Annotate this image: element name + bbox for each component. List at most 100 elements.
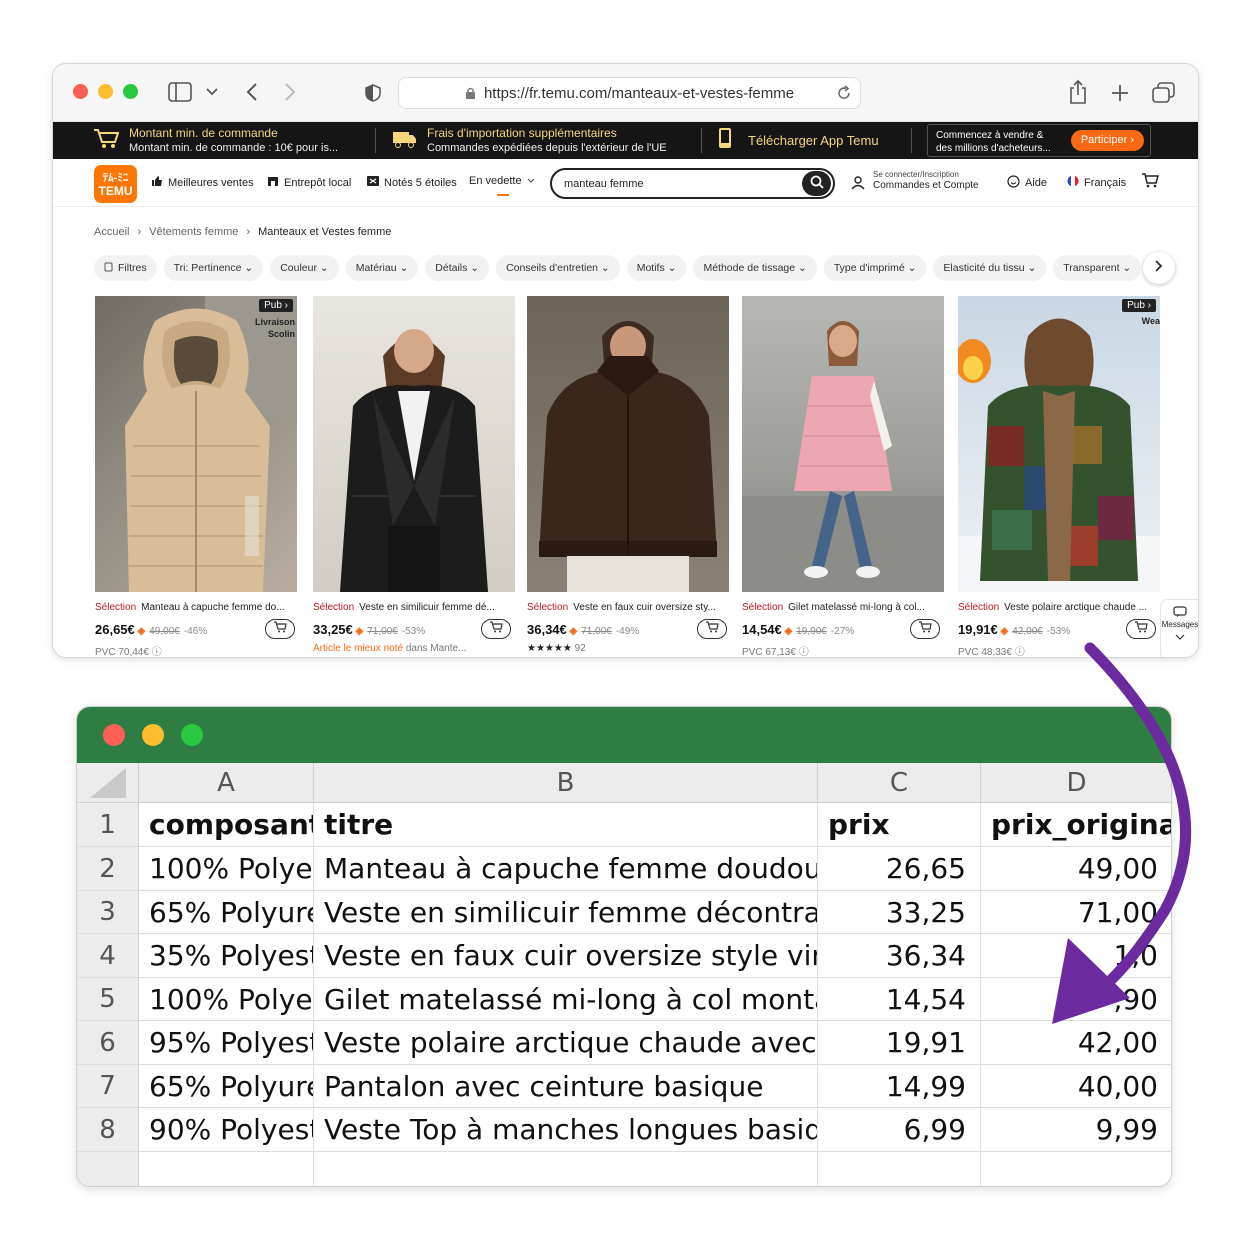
- account-menu[interactable]: Se connecter/Inscription Commandes et Co…: [873, 169, 979, 191]
- cell-d8[interactable]: 9,99: [981, 1108, 1171, 1152]
- add-to-cart-button[interactable]: [481, 619, 511, 639]
- cart-icon[interactable]: [1141, 172, 1159, 188]
- messages-button[interactable]: Messages: [1160, 599, 1198, 657]
- product-card[interactable]: Pub › Wea Sélection Veste polaire arctiqu…: [958, 296, 1160, 657]
- product-image[interactable]: Pub › Wea: [958, 296, 1160, 592]
- add-to-cart-button[interactable]: [1126, 619, 1156, 639]
- row-header[interactable]: 1: [77, 803, 139, 847]
- maximize-window-button[interactable]: [123, 84, 138, 99]
- cell-d1[interactable]: prix_original: [981, 803, 1171, 847]
- breadcrumb-home[interactable]: Accueil: [94, 226, 129, 238]
- product-image[interactable]: Pub › Livraison Scolin: [95, 296, 297, 592]
- nav-help[interactable]: Aide: [1007, 175, 1047, 191]
- filter-chip-details[interactable]: Détails ⌄: [425, 255, 490, 281]
- cell-c9[interactable]: [818, 1152, 981, 1186]
- column-header-b[interactable]: B: [314, 763, 818, 803]
- nav-language[interactable]: Français: [1067, 175, 1126, 190]
- filter-chip-patterns[interactable]: Motifs ⌄: [626, 255, 687, 281]
- filter-chip-care[interactable]: Conseils d'entretien ⌄: [496, 255, 620, 281]
- cell-b7[interactable]: Pantalon avec ceinture basique: [314, 1065, 818, 1108]
- product-image[interactable]: [313, 296, 515, 592]
- privacy-shield-icon[interactable]: [363, 82, 383, 104]
- close-window-button[interactable]: [73, 84, 88, 99]
- row-header[interactable]: 4: [77, 934, 139, 978]
- filter-chip-elasticity[interactable]: Elasticité du tissu ⌄: [933, 255, 1047, 281]
- product-title[interactable]: Veste en faux cuir oversize sty...: [573, 602, 716, 613]
- filter-chip-sort[interactable]: Tri: Pertinence ⌄: [163, 255, 264, 281]
- tab-overview-icon[interactable]: [1151, 81, 1177, 105]
- cell-d4[interactable]: 1,0: [981, 934, 1171, 978]
- cell-a3[interactable]: 65% Polyuré: [139, 891, 314, 934]
- nav-featured[interactable]: En vedette: [469, 175, 535, 196]
- cell-d9[interactable]: [981, 1152, 1171, 1186]
- cell-b1[interactable]: titre: [314, 803, 818, 847]
- address-bar[interactable]: https://fr.temu.com/manteaux-et-vestes-f…: [398, 77, 861, 109]
- cell-c6[interactable]: 19,91: [818, 1021, 981, 1065]
- row-header[interactable]: 7: [77, 1065, 139, 1108]
- search-button[interactable]: [802, 171, 831, 196]
- product-title[interactable]: Manteau à capuche femme do...: [141, 602, 284, 613]
- column-header-c[interactable]: C: [818, 763, 981, 803]
- row-header[interactable]: 8: [77, 1108, 139, 1152]
- cell-c3[interactable]: 33,25: [818, 891, 981, 934]
- new-tab-icon[interactable]: [1109, 82, 1131, 104]
- cell-c5[interactable]: 14,54: [818, 978, 981, 1021]
- forward-icon[interactable]: [281, 81, 299, 103]
- product-card[interactable]: Pub › Livraison Scolin Sélection Manteau …: [95, 296, 297, 657]
- cell-d3[interactable]: 71,00: [981, 891, 1171, 934]
- product-title[interactable]: Veste polaire arctique chaude ...: [1004, 602, 1147, 613]
- cell-a2[interactable]: 100% Polyes: [139, 847, 314, 891]
- cell-d6[interactable]: 42,00: [981, 1021, 1171, 1065]
- cell-b3[interactable]: Veste en similicuir femme décontractée: [314, 891, 818, 934]
- product-title[interactable]: Veste en similicuir femme dé...: [359, 602, 495, 613]
- product-card[interactable]: Sélection Gilet matelassé mi-long à col..…: [742, 296, 944, 657]
- search-input[interactable]: manteau femme: [550, 168, 835, 199]
- row-header[interactable]: 6: [77, 1021, 139, 1065]
- seller-banner[interactable]: Commencez à vendre & des millions d'ache…: [927, 124, 1151, 157]
- cell-c7[interactable]: 14,99: [818, 1065, 981, 1108]
- cell-b6[interactable]: Veste polaire arctique chaude avec capuc…: [314, 1021, 818, 1065]
- cell-c2[interactable]: 26,65: [818, 847, 981, 891]
- reload-icon[interactable]: [836, 85, 852, 105]
- sidebar-toggle-icon[interactable]: [167, 80, 193, 104]
- cell-d2[interactable]: 49,00: [981, 847, 1171, 891]
- minimize-window-button[interactable]: [142, 724, 164, 746]
- add-to-cart-button[interactable]: [910, 619, 940, 639]
- product-image[interactable]: [527, 296, 729, 592]
- filter-chip-print-type[interactable]: Type d'imprimé ⌄: [823, 255, 927, 281]
- cell-c4[interactable]: 36,34: [818, 934, 981, 978]
- temu-logo[interactable]: ﾃﾑ-ﾐﾆ TEMU: [94, 165, 137, 203]
- participate-button[interactable]: Participer ›: [1070, 130, 1144, 151]
- cell-b5[interactable]: Gilet matelassé mi-long à col montant: [314, 978, 818, 1021]
- maximize-window-button[interactable]: [181, 724, 203, 746]
- filter-chip-transparent[interactable]: Transparent ⌄: [1053, 255, 1142, 281]
- column-header-a[interactable]: A: [139, 763, 314, 803]
- nav-local-warehouse[interactable]: Entrepôt local: [267, 175, 351, 190]
- cell-a6[interactable]: 95% Polyest: [139, 1021, 314, 1065]
- breadcrumb-category[interactable]: Vêtements femme: [149, 226, 238, 238]
- product-card[interactable]: Sélection Veste en faux cuir oversize sty…: [527, 296, 729, 654]
- row-header[interactable]: 5: [77, 978, 139, 1021]
- filters-next-button[interactable]: [1143, 252, 1175, 284]
- cell-c1[interactable]: prix: [818, 803, 981, 847]
- row-header[interactable]: [77, 1152, 139, 1186]
- promo-min-order[interactable]: Montant min. de commande Montant min. de …: [93, 122, 338, 159]
- cell-a4[interactable]: 35% Polyest: [139, 934, 314, 978]
- cell-d5[interactable]: ,90: [981, 978, 1171, 1021]
- nav-best-sellers[interactable]: Meilleures ventes: [151, 175, 254, 190]
- cell-a9[interactable]: [139, 1152, 314, 1186]
- promo-import-fees[interactable]: Frais d'importation supplémentaires Comma…: [391, 122, 667, 159]
- select-all-corner[interactable]: [77, 763, 139, 803]
- cell-a5[interactable]: 100% Polyes: [139, 978, 314, 1021]
- cell-b8[interactable]: Veste Top à manches longues basique: [314, 1108, 818, 1152]
- cell-a7[interactable]: 65% Polyuré: [139, 1065, 314, 1108]
- cell-d7[interactable]: 40,00: [981, 1065, 1171, 1108]
- row-header[interactable]: 3: [77, 891, 139, 934]
- close-window-button[interactable]: [103, 724, 125, 746]
- cell-b4[interactable]: Veste en faux cuir oversize style vintag…: [314, 934, 818, 978]
- column-header-d[interactable]: D: [981, 763, 1171, 803]
- filter-chip-material[interactable]: Matériau ⌄: [345, 255, 419, 281]
- share-icon[interactable]: [1067, 78, 1089, 106]
- add-to-cart-button[interactable]: [265, 619, 295, 639]
- product-card[interactable]: Sélection Veste en similicuir femme dé...…: [313, 296, 515, 654]
